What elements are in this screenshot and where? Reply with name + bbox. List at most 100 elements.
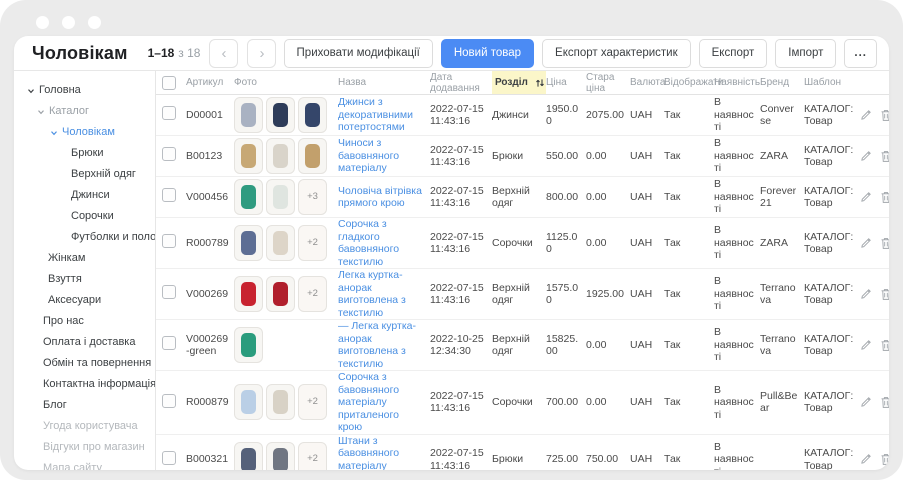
garment-image — [305, 144, 320, 168]
row-checkbox[interactable] — [162, 106, 176, 120]
sort-icon[interactable] — [535, 78, 545, 88]
col-header-display[interactable]: Відображати — [664, 77, 714, 88]
row-checkbox[interactable] — [162, 285, 176, 299]
product-name-link[interactable]: — Легка куртка-анорак виготовлена з текс… — [338, 320, 430, 370]
row-checkbox[interactable] — [162, 451, 176, 465]
sidebar-item-obmin-ta-povernennia[interactable]: Обмін та повернення — [14, 353, 155, 374]
product-photo[interactable] — [266, 225, 295, 261]
more-photos-badge[interactable]: +3 — [298, 179, 327, 215]
sidebar-item-kontaktna-informatsiia[interactable]: Контактна інформація — [14, 374, 155, 395]
new-product-button[interactable]: Новий товар — [441, 39, 534, 68]
prev-page-button[interactable]: ‹ — [209, 39, 238, 68]
delete-icon[interactable] — [880, 109, 889, 122]
sidebar-item-vzuttia[interactable]: Взуття — [14, 269, 155, 290]
product-photo[interactable] — [266, 276, 295, 312]
more-photos-badge[interactable]: +2 — [298, 384, 327, 420]
edit-icon[interactable] — [860, 288, 872, 301]
col-header-brand[interactable]: Бренд — [760, 77, 804, 88]
product-photo[interactable] — [266, 179, 295, 215]
col-header-date[interactable]: Дата додавання — [430, 72, 492, 94]
edit-icon[interactable] — [860, 109, 872, 122]
sidebar-item-uhoda-korystuvacha[interactable]: Угода користувача — [14, 416, 155, 437]
import-button[interactable]: Імпорт — [775, 39, 836, 68]
product-name-link[interactable]: Джинси з декоративними потертостями — [338, 96, 430, 134]
row-checkbox[interactable] — [162, 234, 176, 248]
delete-icon[interactable] — [880, 339, 889, 352]
edit-icon[interactable] — [860, 453, 872, 466]
export-characteristics-button[interactable]: Експорт характеристик — [542, 39, 691, 68]
sidebar-item-dzhynsy[interactable]: Джинси — [14, 185, 155, 206]
sidebar-item-oplata-i-dostavka[interactable]: Оплата і доставка — [14, 332, 155, 353]
col-header-photo[interactable]: Фото — [234, 77, 338, 88]
sidebar-item-mapa-saitu[interactable]: Мапа сайту — [14, 458, 155, 470]
delete-icon[interactable] — [880, 191, 889, 204]
product-photo[interactable] — [234, 327, 263, 363]
product-photo[interactable] — [298, 138, 327, 174]
delete-icon[interactable] — [880, 150, 889, 163]
edit-icon[interactable] — [860, 396, 872, 409]
sidebar-item-bloh[interactable]: Блог — [14, 395, 155, 416]
product-name-link[interactable]: Сорочка з бавовняного матеріалу притален… — [338, 371, 430, 434]
window-minimize-icon[interactable] — [62, 16, 75, 29]
sidebar-item-aksesuary[interactable]: Аксесуари — [14, 290, 155, 311]
product-name-link[interactable]: Сорочка з гладкого бавовняного текстилю — [338, 218, 430, 268]
edit-icon[interactable] — [860, 237, 872, 250]
sidebar-item-vidhuky-pro-mahazyn[interactable]: Відгуки про магазин — [14, 437, 155, 458]
product-name-link[interactable]: Штани з бавовняного матеріалу прямого кр… — [338, 435, 430, 471]
col-header-old-price[interactable]: Стара ціна — [586, 72, 630, 94]
more-photos-badge[interactable]: +2 — [298, 225, 327, 261]
product-photo[interactable] — [266, 138, 295, 174]
product-name-link[interactable]: Легка куртка-анорак виготовлена з тексти… — [338, 269, 430, 319]
product-photo[interactable] — [234, 276, 263, 312]
delete-icon[interactable] — [880, 237, 889, 250]
sidebar-item-kataloh[interactable]: Каталог — [14, 101, 155, 122]
product-photo[interactable] — [234, 138, 263, 174]
sidebar-item-zhinkam[interactable]: Жінкам — [14, 248, 155, 269]
window-maximize-icon[interactable] — [88, 16, 101, 29]
row-checkbox[interactable] — [162, 188, 176, 202]
row-checkbox[interactable] — [162, 147, 176, 161]
sidebar-item-sorochky[interactable]: Сорочки — [14, 206, 155, 227]
product-photo[interactable] — [298, 97, 327, 133]
more-photos-badge[interactable]: +2 — [298, 276, 327, 312]
export-button[interactable]: Експорт — [699, 39, 768, 68]
window-close-icon[interactable] — [36, 16, 49, 29]
edit-icon[interactable] — [860, 150, 872, 163]
select-all-checkbox[interactable] — [162, 76, 176, 90]
col-header-stock[interactable]: Наявність — [714, 77, 760, 88]
delete-icon[interactable] — [880, 396, 889, 409]
more-photos-badge[interactable]: +2 — [298, 442, 327, 471]
row-checkbox[interactable] — [162, 394, 176, 408]
col-header-sku[interactable]: Артикул — [186, 77, 234, 88]
more-button[interactable]: ... — [844, 39, 877, 68]
product-photo[interactable] — [234, 442, 263, 471]
product-photo[interactable] — [234, 384, 263, 420]
sidebar-item-verkhnii-odiah[interactable]: Верхній одяг — [14, 164, 155, 185]
product-photo[interactable] — [234, 179, 263, 215]
sidebar-item-cholovikam[interactable]: Чоловікам — [14, 122, 155, 143]
col-header-currency[interactable]: Валюта — [630, 77, 664, 88]
product-name-link[interactable]: Чиноси з бавовняного матеріалу — [338, 137, 430, 175]
product-photo[interactable] — [234, 97, 263, 133]
product-photo[interactable] — [234, 225, 263, 261]
col-header-name[interactable]: Назва — [338, 77, 430, 88]
col-header-template[interactable]: Шаблон — [804, 77, 860, 88]
col-header-section[interactable]: Розділ — [492, 71, 546, 94]
product-photo[interactable] — [266, 97, 295, 133]
edit-icon[interactable] — [860, 191, 872, 204]
delete-icon[interactable] — [880, 288, 889, 301]
product-photo[interactable] — [266, 384, 295, 420]
edit-icon[interactable] — [860, 339, 872, 352]
row-checkbox[interactable] — [162, 336, 176, 350]
product-name-link[interactable]: Чоловіча вітрівка прямого крою — [338, 185, 430, 210]
hide-modifications-button[interactable]: Приховати модифікації — [284, 39, 433, 68]
product-photo[interactable] — [266, 442, 295, 471]
col-header-price[interactable]: Ціна — [546, 77, 586, 88]
sidebar-item-futbolky-y-polo[interactable]: Футболки и поло — [14, 227, 155, 248]
next-page-button[interactable]: › — [247, 39, 276, 68]
sidebar-item-pro-nas[interactable]: Про нас — [14, 311, 155, 332]
delete-icon[interactable] — [880, 453, 889, 466]
sidebar-item-briuky[interactable]: Брюки — [14, 143, 155, 164]
sidebar-item-holovna[interactable]: Головна — [14, 80, 155, 101]
chevron-down-icon — [27, 87, 35, 95]
